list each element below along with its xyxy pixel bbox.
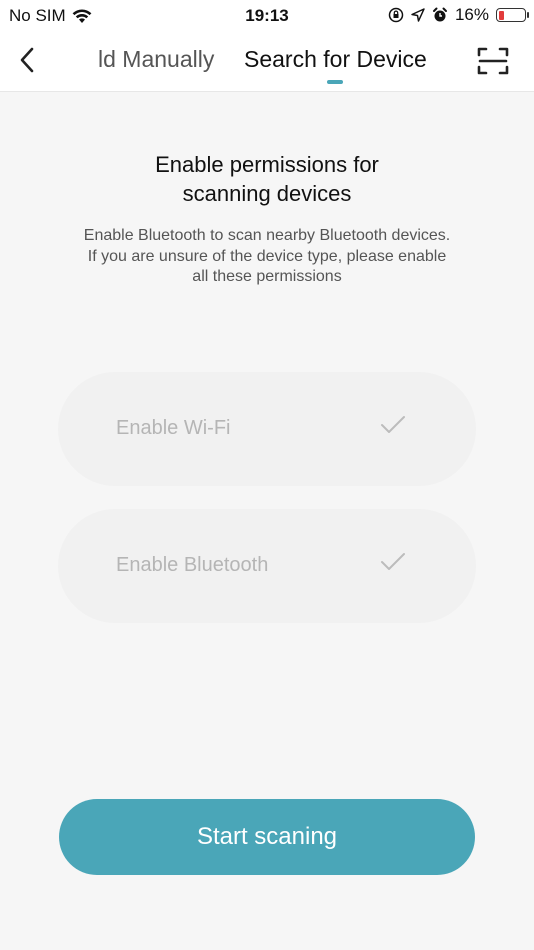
- battery-icon: [496, 8, 529, 22]
- enable-bluetooth-button[interactable]: Enable Bluetooth: [58, 509, 476, 623]
- scan-qr-icon[interactable]: [476, 45, 510, 77]
- title-line: Enable permissions for: [155, 152, 379, 177]
- enable-wifi-button[interactable]: Enable Wi-Fi: [58, 372, 476, 486]
- title-line: scanning devices: [182, 181, 352, 206]
- description-line: Enable Bluetooth to scan nearby Bluetoot…: [83, 227, 451, 244]
- page-title: Enable permissions for scanning devices: [0, 150, 534, 208]
- start-scanning-button[interactable]: Start scaning: [59, 799, 475, 875]
- description-line: all these permissions: [192, 268, 342, 285]
- checkmark-icon: [381, 553, 405, 570]
- tab-add-manually[interactable]: ld Manually: [98, 46, 214, 73]
- checkmark-icon: [381, 416, 405, 433]
- tab-search-for-device[interactable]: Search for Device: [244, 46, 427, 73]
- orientation-lock-icon: [388, 7, 404, 23]
- status-bar: No SIM 19:13 16%: [0, 0, 534, 32]
- back-chevron-icon[interactable]: [14, 44, 42, 76]
- status-right: 16%: [388, 5, 529, 25]
- nav-bar: ld Manually Search for Device: [0, 32, 534, 92]
- page-description: Enable Bluetooth to scan nearby Bluetoot…: [40, 226, 494, 288]
- description-line: If you are unsure of the device type, pl…: [87, 247, 447, 265]
- enable-bluetooth-label: Enable Bluetooth: [116, 554, 269, 576]
- battery-percent: 16%: [454, 5, 489, 24]
- active-tab-indicator: [327, 80, 343, 84]
- enable-wifi-label: Enable Wi-Fi: [116, 417, 231, 439]
- location-icon: [411, 8, 425, 22]
- battery-level: [498, 10, 504, 20]
- alarm-icon: [432, 7, 447, 22]
